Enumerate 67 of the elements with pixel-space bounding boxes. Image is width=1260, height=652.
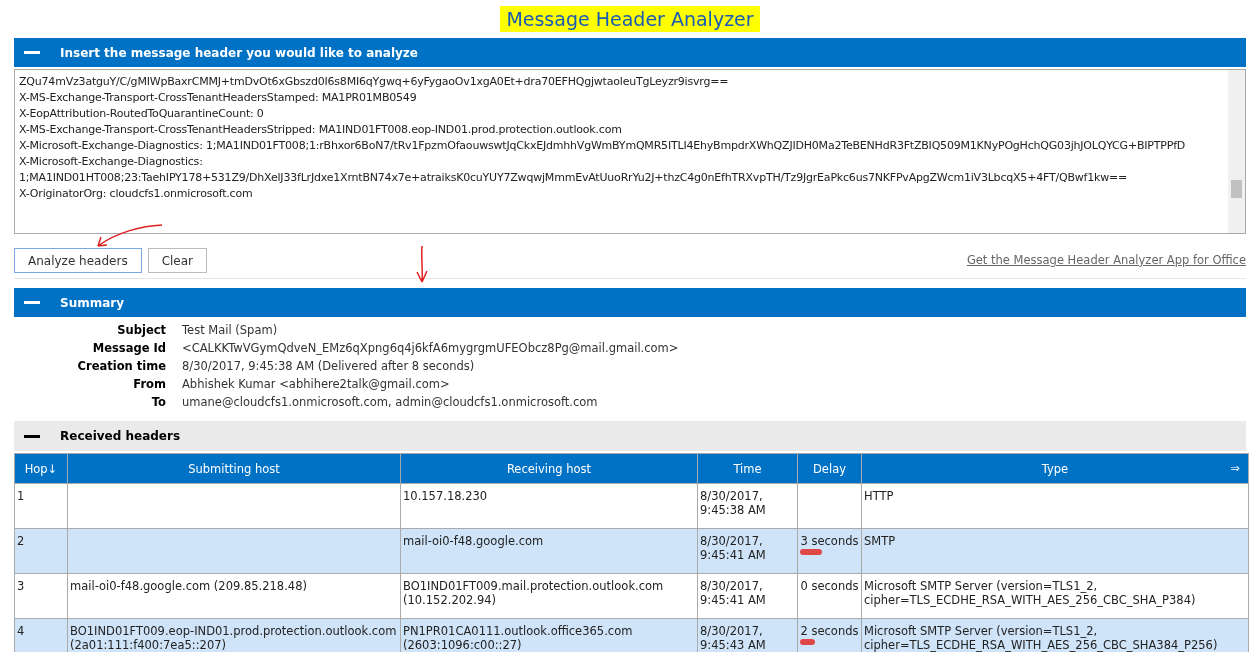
header-text-line: X-OriginatorOrg: cloudcfs1.onmicrosoft.com xyxy=(19,186,253,202)
expand-glyph[interactable]: ⇒ xyxy=(1230,461,1240,475)
header-text-line: X-EopAttribution-RoutedToQuarantineCount: 0 xyxy=(19,106,264,122)
field-label: From xyxy=(132,376,166,393)
table-cell-text: 8/30/2017, 9:45:41 AM xyxy=(700,579,767,607)
field-value: Abhishek Kumar <abhihere2talk@gmail.com> xyxy=(182,376,451,393)
field-value: Test Mail (Spam) xyxy=(182,322,279,339)
table-cell-text: mail-oi0-f48.google.com (209.85.218.48) xyxy=(70,579,308,593)
column-title: Submitting host xyxy=(188,461,280,476)
header-text-line: ZQu74mVz3atguY/C/gMIWpBaxrCMMJ+tmDvOt6xGbszd0I6s8MI6qYgwq+6yFygaoOv1xgA0Et+dra70EFHQgjwtaoleuTgLeyzr9isvrg== xyxy=(19,74,729,90)
table-cell-text: Microsoft SMTP Server (version=TLS1_2, cipher=TLS_ECDHE_RSA_WITH_AES_256_CBC_SHA384_P256) xyxy=(864,624,1219,652)
collapse-icon[interactable] xyxy=(24,434,40,438)
field-label: Creation time xyxy=(76,358,166,375)
table-cell-text: BO1IND01FT009.mail.protection.outlook.com (10.152.202.94) xyxy=(403,579,665,607)
table-cell-text: 3 xyxy=(17,579,26,593)
column-header[interactable]: Time xyxy=(697,453,798,484)
field-value: 8/30/2017, 9:45:38 AM (Delivered after 8 seconds) xyxy=(182,358,476,375)
field-label: Subject xyxy=(116,322,166,339)
section-title: Summary xyxy=(60,294,125,312)
field-label: To xyxy=(150,394,166,411)
table-cell-text: SMTP xyxy=(864,534,897,548)
column-title: Type xyxy=(1041,461,1069,476)
section-header[interactable]: Summary xyxy=(14,288,1246,317)
section-title: Insert the message header you would like to analyze xyxy=(60,44,418,62)
header-text-line: X-MS-Exchange-Transport-CrossTenantHeadersStripped: MA1IND01FT008.eop-IND01.prod.protection.outlook.com xyxy=(19,122,622,138)
table-cell: 3 seconds xyxy=(800,534,859,548)
page-title: Message Header Analyzer xyxy=(500,6,760,32)
table-cell-text: 8/30/2017, 9:45:43 AM xyxy=(700,624,767,652)
header-text-line: 1;MA1IND01HT008;23:TaehIPY178+531Z9/DhXelJ33fLrJdxe1XrntBN74x7e+atraiksK0cuYUY7ZwqwjMmmEvAtUuoRrYu2J+thzC4g0nEfhTRXvpTH/Tz9JgrEaPkc6us7NKFPvApgZWcm1iV3LbcqX5+4FT/QBwf1kw== xyxy=(19,170,1127,186)
table-cell: BO1IND01FT009.eop-IND01.prod.protection.outlook.com (2a01:111:f400:7ea5::207) xyxy=(70,624,398,652)
scrollbar-thumb[interactable] xyxy=(1231,180,1242,198)
column-header[interactable]: Hop↓ xyxy=(14,453,68,484)
section-title: Received headers xyxy=(60,428,181,445)
section-header[interactable]: Insert the message header you would like to analyze xyxy=(14,38,1246,67)
header-text-line: X-Microsoft-Exchange-Diagnostics: xyxy=(19,154,203,170)
column-title: Delay xyxy=(813,461,846,476)
table-cell-text: Microsoft SMTP Server (version=TLS1_2, cipher=TLS_ECDHE_RSA_WITH_AES_256_CBC_SHA_P384) xyxy=(864,579,1197,607)
table-cell-text: 4 xyxy=(17,624,26,638)
table-cell-text: HTTP xyxy=(864,489,895,503)
header-text-line: X-MS-Exchange-Transport-CrossTenantHeadersStamped: MA1PR01MB0549 xyxy=(19,90,417,106)
annotation-arrow xyxy=(415,244,429,284)
scrollbar[interactable] xyxy=(1228,70,1245,233)
header-text-line: X-Microsoft-Exchange-Diagnostics: 1;MA1IND01FT008;1:rBhxor6BoN7/tRv1FpzmOfaouwswtJqCkxEJdmhhVgWmBYmQMR5ITLI4EhyBmpdrXWhQZJIDH0Ma2TeBENHdR3FtZBIQ509M1KNyPOgHchQG03jhJOLQYCG+BIPTPPfD xyxy=(19,138,1186,154)
table-cell-text: 10.157.18.230 xyxy=(403,489,489,503)
table-cell: 2 seconds xyxy=(800,624,859,638)
column-title: Time xyxy=(733,461,762,476)
table-cell-text: 8/30/2017, 9:45:41 AM xyxy=(700,534,767,562)
header-textarea[interactable] xyxy=(14,69,1246,234)
table-cell-text: mail-oi0-f48.google.com xyxy=(403,534,545,548)
table-cell-text: 2 xyxy=(17,534,26,548)
table-cell-text: 8/30/2017, 9:45:38 AM xyxy=(700,489,767,517)
table-cell-text: 1 xyxy=(17,489,26,503)
column-title: Hop↓ xyxy=(24,461,58,476)
app-link[interactable]: Get the Message Header Analyzer App for Office xyxy=(966,251,1246,270)
clear-button[interactable]: Clear xyxy=(147,248,208,273)
field-value: <CALKKTwVGymQdveN_EMz6qXpng6q4j6kfA6mygrgmUFEObcz8Pg@mail.gmail.com> xyxy=(182,340,680,357)
section-header[interactable]: Received headers xyxy=(14,421,1246,451)
table-cell: 0 seconds xyxy=(800,579,859,593)
analyze-button[interactable]: Analyze headers xyxy=(14,248,142,273)
table-cell-text: PN1PR01CA0111.outlook.office365.com (2603:1096:c00::27) xyxy=(403,624,634,652)
column-header[interactable]: Submitting host xyxy=(67,453,401,484)
field-value: umane@cloudcfs1.onmicrosoft.com, admin@cloudcfs1.onmicrosoft.com xyxy=(182,394,599,411)
field-label: Message Id xyxy=(91,340,166,357)
column-header[interactable]: Delay xyxy=(797,453,862,484)
column-header[interactable]: Receiving host xyxy=(400,453,698,484)
column-title: Receiving host xyxy=(506,461,592,476)
column-header[interactable]: Type ⇒ xyxy=(861,453,1249,484)
